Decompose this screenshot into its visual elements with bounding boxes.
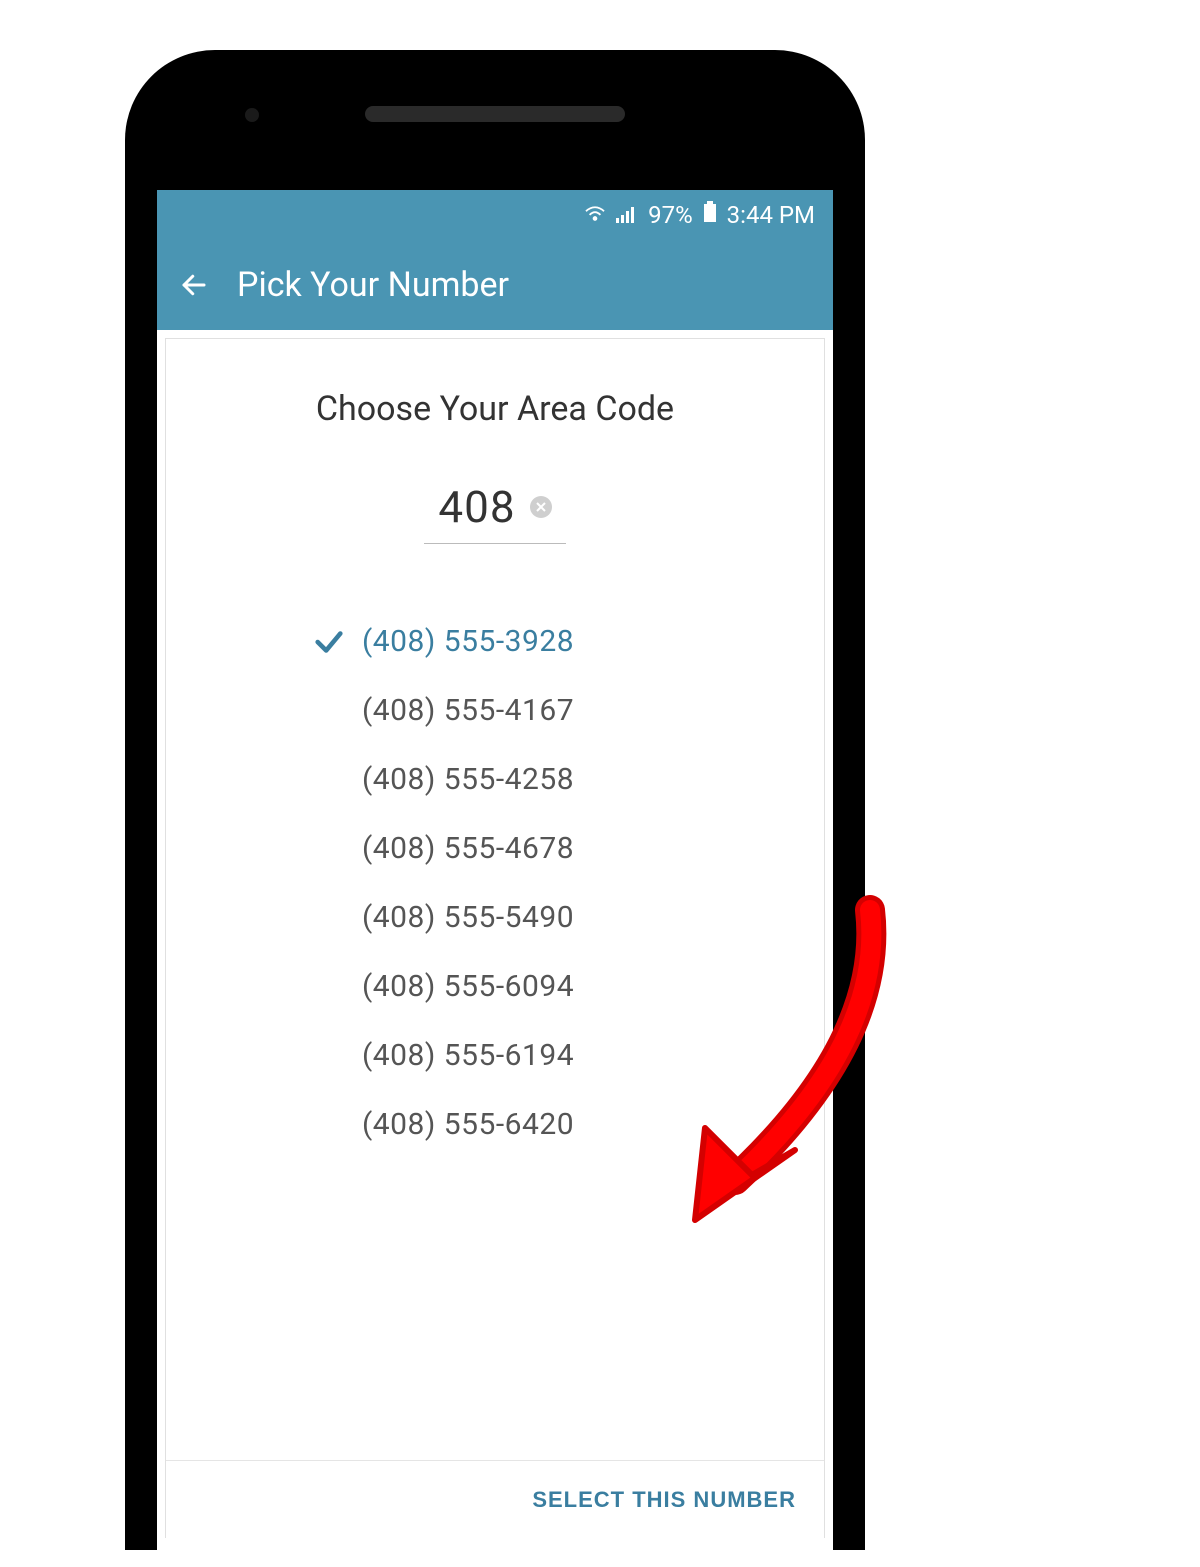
area-code-input[interactable]: 408	[424, 477, 565, 544]
phone-frame: 97% 3:44 PM Pick Your Number Choose Your…	[125, 50, 865, 1550]
app-bar: Pick Your Number	[157, 240, 833, 330]
battery-percent: 97%	[648, 201, 693, 229]
back-arrow-icon[interactable]	[179, 270, 209, 300]
signal-icon	[616, 201, 638, 229]
number-option[interactable]: (408) 555-3928	[296, 624, 824, 659]
number-label: (408) 555-4678	[362, 831, 574, 866]
number-label: (408) 555-4258	[362, 762, 574, 797]
number-option[interactable]: (408) 555-6420	[296, 1107, 824, 1142]
area-code-value: 408	[438, 481, 515, 533]
number-label: (408) 555-5490	[362, 900, 574, 935]
number-option[interactable]: (408) 555-4167	[296, 693, 824, 728]
number-label: (408) 555-6194	[362, 1038, 574, 1073]
status-bar: 97% 3:44 PM	[157, 190, 833, 240]
choose-heading: Choose Your Area Code	[166, 389, 824, 429]
number-option[interactable]: (408) 555-4678	[296, 831, 824, 866]
battery-icon	[703, 201, 717, 229]
number-option[interactable]: (408) 555-4258	[296, 762, 824, 797]
phone-speaker	[365, 106, 625, 122]
number-label: (408) 555-3928	[362, 624, 574, 659]
number-option[interactable]: (408) 555-6094	[296, 969, 824, 1004]
phone-camera-icon	[245, 108, 259, 122]
number-option[interactable]: (408) 555-5490	[296, 900, 824, 935]
number-list: (408) 555-3928 (408) 555-4167 (408) 555-42…	[166, 624, 824, 1142]
clear-input-icon[interactable]	[530, 496, 552, 518]
number-label: (408) 555-4167	[362, 693, 574, 728]
area-code-row: 408	[166, 477, 824, 544]
select-this-number-button[interactable]: SELECT THIS NUMBER	[532, 1487, 796, 1513]
number-label: (408) 555-6094	[362, 969, 574, 1004]
number-option[interactable]: (408) 555-6194	[296, 1038, 824, 1073]
footer-bar: SELECT THIS NUMBER	[166, 1460, 824, 1538]
number-label: (408) 555-6420	[362, 1107, 574, 1142]
content-card: Choose Your Area Code 408 (408) 555-3928…	[165, 338, 825, 1538]
page-title: Pick Your Number	[237, 265, 509, 305]
wifi-icon	[584, 201, 606, 229]
check-icon	[296, 625, 362, 659]
phone-screen: 97% 3:44 PM Pick Your Number Choose Your…	[157, 190, 833, 1550]
clock-time: 3:44 PM	[727, 201, 815, 229]
